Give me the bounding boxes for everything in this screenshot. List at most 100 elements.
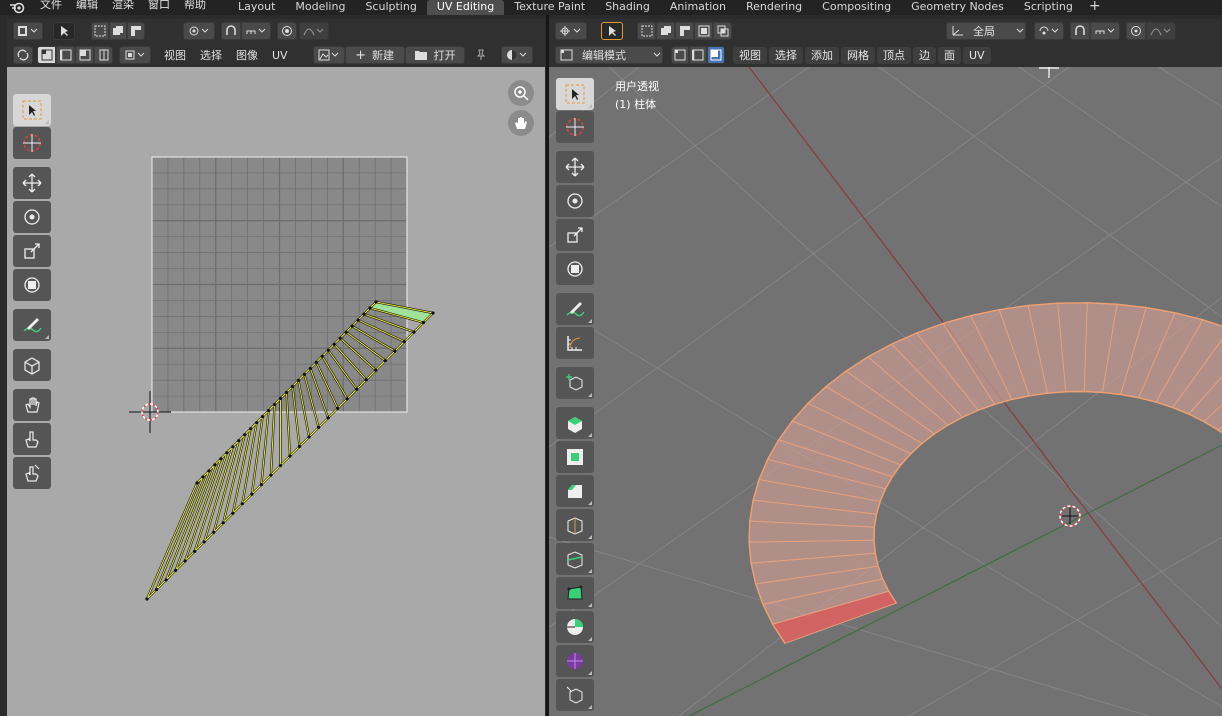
viewport-snap-magnet-icon[interactable] (1070, 22, 1090, 40)
vp-tool-knife[interactable] (556, 543, 594, 575)
menu-render[interactable]: 渲染 (108, 0, 144, 11)
viewport-menu-edge[interactable]: 边 (913, 46, 936, 64)
vp-tool-extrude[interactable] (556, 407, 594, 439)
select-extend-icon[interactable] (109, 22, 127, 40)
uv-vertex[interactable] (195, 481, 199, 485)
uv-vertex[interactable] (317, 425, 321, 429)
falloff-dropdown[interactable] (299, 22, 329, 40)
uv-vertex[interactable] (338, 336, 342, 340)
viewport-menu-uv[interactable]: UV (963, 46, 991, 64)
tab-texture-paint[interactable]: Texture Paint (504, 0, 595, 15)
viewport-select-intersect-icon[interactable] (713, 22, 732, 40)
uv-vertex[interactable] (193, 549, 197, 553)
open-image-button[interactable]: 打开 (404, 46, 465, 64)
uv-vertex[interactable] (269, 473, 273, 477)
viewport-menu-face[interactable]: 面 (938, 46, 961, 64)
tab-rendering[interactable]: Rendering (736, 0, 812, 15)
tool-select-box[interactable] (13, 94, 51, 126)
vp-tool-cursor[interactable] (556, 111, 594, 143)
uv-vertex[interactable] (249, 427, 253, 431)
uv-vertex[interactable] (219, 457, 223, 461)
uv-vertex[interactable] (240, 502, 244, 506)
uv-vertex[interactable] (393, 349, 397, 353)
mesh-edge-mode-icon[interactable] (689, 46, 707, 64)
vp-tool-measure[interactable] (556, 327, 594, 359)
3d-cursor-icon[interactable] (1059, 505, 1081, 527)
display-channels-dropdown[interactable] (500, 46, 533, 64)
uv-vertex[interactable] (356, 318, 360, 322)
viewport-menu-mesh[interactable]: 网格 (841, 46, 875, 64)
tab-modeling[interactable]: Modeling (285, 0, 355, 15)
sticky-selection-dropdown[interactable] (119, 46, 151, 64)
select-subtract-icon[interactable] (127, 22, 145, 40)
uv-vertex[interactable] (320, 354, 324, 358)
vp-tool-move[interactable] (556, 151, 594, 183)
viewport-falloff-dropdown[interactable] (1146, 22, 1176, 40)
pan-hand-icon[interactable] (508, 110, 534, 136)
uv-vertex[interactable] (221, 521, 225, 525)
tool-transform[interactable] (13, 269, 51, 301)
zoom-icon[interactable] (508, 80, 534, 106)
uv-vertex[interactable] (284, 390, 289, 395)
select-new-icon[interactable] (91, 22, 109, 40)
uv-menu-select[interactable]: 选择 (193, 47, 229, 63)
tool-pinch[interactable] (13, 457, 51, 489)
uv-vertex[interactable] (213, 463, 217, 467)
uv-vertex[interactable] (302, 372, 306, 376)
viewport-select-new-icon[interactable] (637, 22, 656, 40)
uv-vertex[interactable] (412, 330, 416, 334)
viewport-select-invert-icon[interactable] (694, 22, 713, 40)
uv-edge[interactable] (270, 404, 276, 476)
cylinder-mesh[interactable] (748, 302, 1222, 644)
uv-vertex[interactable] (314, 360, 318, 364)
tab-layout[interactable]: Layout (228, 0, 285, 15)
vp-tool-transform[interactable] (556, 253, 594, 285)
vp-tool-smooth[interactable] (556, 645, 594, 677)
image-browse-dropdown[interactable] (312, 46, 345, 64)
uv-vertex[interactable] (402, 340, 406, 344)
tab-shading[interactable]: Shading (595, 0, 660, 15)
uv-vertex[interactable] (374, 300, 378, 304)
viewport-editor-type-dropdown[interactable] (555, 22, 587, 40)
blender-logo-icon[interactable] (0, 0, 36, 15)
uv-vertex[interactable] (255, 421, 259, 425)
transform-orientation-dropdown[interactable]: 全局 (946, 22, 1026, 40)
uv-vertex[interactable] (345, 397, 349, 401)
uv-vertex[interactable] (145, 597, 149, 601)
uv-vertex[interactable] (201, 475, 205, 479)
uv-vertex[interactable] (350, 324, 354, 328)
uv-vertex[interactable] (355, 387, 359, 391)
tab-uv-editing[interactable]: UV Editing (426, 0, 505, 15)
tab-sculpting[interactable]: Sculpting (355, 0, 426, 15)
uv-vertex[interactable] (261, 415, 265, 419)
vp-tool-add-cube[interactable] (556, 367, 594, 399)
sync-selection-icon[interactable] (13, 46, 33, 64)
editor-type-dropdown[interactable] (13, 22, 43, 40)
uv-vertex[interactable] (383, 359, 387, 363)
uv-vertex[interactable] (332, 342, 336, 346)
uv-menu-image[interactable]: 图像 (229, 47, 265, 63)
viewport-canvas[interactable]: 用户透视 (1) 柱体 (549, 67, 1222, 716)
uv-vertex[interactable] (297, 444, 302, 449)
tool-move[interactable] (13, 167, 51, 199)
viewport-proportional-edit-icon[interactable] (1126, 22, 1146, 40)
vp-tool-scale[interactable] (556, 219, 594, 251)
viewport-select-subtract-icon[interactable] (675, 22, 694, 40)
viewport-menu-view[interactable]: 视图 (733, 46, 767, 64)
uv-vertex[interactable] (259, 483, 263, 487)
viewport-pivot-dropdown[interactable] (1034, 22, 1064, 40)
vp-tool-spin[interactable] (556, 611, 594, 643)
uv-vertex[interactable] (288, 454, 292, 458)
vp-tool-poly-build[interactable] (556, 577, 594, 609)
uv-vertex[interactable] (212, 530, 216, 534)
menu-window[interactable]: 窗口 (144, 0, 180, 11)
tool-scale[interactable] (13, 235, 51, 267)
pivot-point-dropdown[interactable] (183, 22, 215, 40)
uv-vertex[interactable] (183, 559, 187, 563)
face-mode-icon[interactable] (75, 46, 94, 64)
tool-sample[interactable] (13, 349, 51, 381)
mesh-vertex-mode-icon[interactable] (671, 46, 689, 64)
viewport-select-tool-button[interactable] (601, 22, 623, 40)
uv-vertex[interactable] (278, 396, 283, 401)
tool-grab[interactable] (13, 389, 51, 421)
